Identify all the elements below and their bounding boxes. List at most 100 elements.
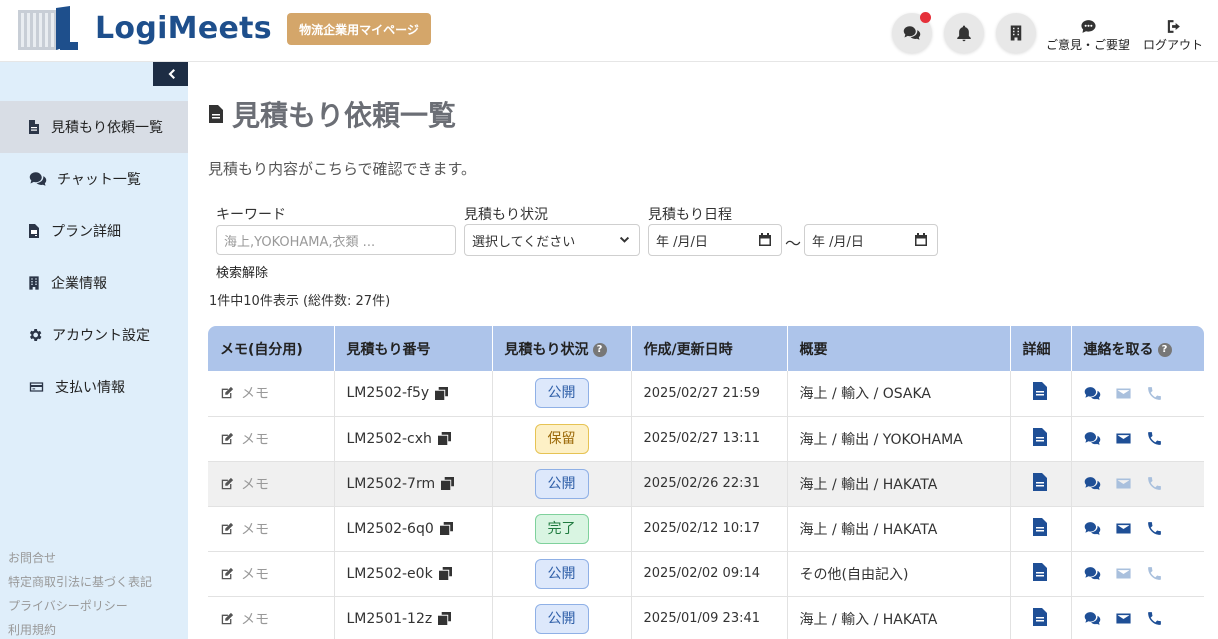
sidebar-item-label: チャット一覧 <box>57 172 141 188</box>
status-cell: 完了 <box>492 506 632 552</box>
envelope-icon[interactable] <box>1115 430 1132 447</box>
brand-name[interactable]: LogiMeets <box>95 11 272 46</box>
date-cell: 2025/02/12 10:17 <box>631 506 788 552</box>
copy-icon[interactable] <box>437 432 451 445</box>
page-description: 見積もり内容がこちらで確認できます。 <box>208 160 477 178</box>
chat-icon[interactable] <box>1084 565 1101 582</box>
memo-cell[interactable]: メモ <box>208 551 335 597</box>
copy-icon[interactable] <box>438 567 452 580</box>
main-content: 見積もり依頼一覧 見積もり内容がこちらで確認できます。 キーワード 海上,YOK… <box>188 62 1218 639</box>
memo-cell[interactable]: メモ <box>208 596 335 639</box>
summary-cell: その他(自由記入) <box>787 551 1011 597</box>
detail-cell[interactable] <box>1010 461 1072 507</box>
date-from-value: 年 /月/日 <box>656 234 708 250</box>
sidebar-item-quotes[interactable]: 見積もり依頼一覧 <box>0 101 188 153</box>
table-row: メモ LM2502-f5y 公開 2025/02/27 21:59 海上 / 輸… <box>208 371 1204 417</box>
sidebar-item-plan[interactable]: プラン詳細 <box>0 205 188 257</box>
chat-icon[interactable] <box>1084 385 1101 402</box>
envelope-icon[interactable] <box>1115 565 1132 582</box>
clear-search-button[interactable]: 検索解除 <box>216 262 268 281</box>
memo-button[interactable]: メモ <box>220 429 322 449</box>
keyword-input[interactable]: 海上,YOKOHAMA,衣類 ... <box>216 225 456 255</box>
notification-bell-button[interactable] <box>944 13 984 53</box>
chat-notification-button[interactable] <box>892 12 932 53</box>
document-icon[interactable] <box>1032 427 1048 447</box>
memo-button[interactable]: メモ <box>220 383 322 403</box>
memo-button[interactable]: メモ <box>220 564 322 584</box>
phone-icon[interactable] <box>1146 565 1163 582</box>
table-row: メモ LM2502-7rm 公開 2025/02/26 22:31 海上 / 輸… <box>208 461 1204 507</box>
sidebar-item-chats[interactable]: チャット一覧 <box>0 153 188 205</box>
copy-icon[interactable] <box>439 522 453 535</box>
detail-cell[interactable] <box>1010 371 1072 417</box>
memo-cell[interactable]: メモ <box>208 506 335 552</box>
memo-cell[interactable]: メモ <box>208 416 335 462</box>
edit-icon <box>221 477 234 489</box>
help-icon[interactable]: ? <box>1157 342 1172 357</box>
status-select[interactable]: 選択してください <box>464 224 640 256</box>
memo-cell[interactable]: メモ <box>208 371 335 417</box>
logo-icon[interactable] <box>18 6 78 54</box>
memo-cell[interactable]: メモ <box>208 461 335 507</box>
envelope-icon[interactable] <box>1115 610 1132 627</box>
copy-icon[interactable] <box>438 612 452 625</box>
footer-link-commercial-law[interactable]: 特定商取引法に基づく表記 <box>8 573 152 590</box>
document-icon[interactable] <box>1032 517 1048 537</box>
summary-cell: 海上 / 輸入 / OSAKA <box>787 371 1011 417</box>
phone-icon[interactable] <box>1146 475 1163 492</box>
edit-icon <box>221 612 234 624</box>
detail-cell[interactable] <box>1010 506 1072 552</box>
help-icon[interactable]: ? <box>592 342 607 357</box>
detail-cell[interactable] <box>1010 551 1072 597</box>
envelope-icon[interactable] <box>1115 385 1132 402</box>
envelope-icon[interactable] <box>1115 475 1132 492</box>
footer-link-contact[interactable]: お問合せ <box>8 549 56 566</box>
sidebar-item-company[interactable]: 企業情報 <box>0 257 188 309</box>
sidebar-item-payment[interactable]: 支払い情報 <box>0 361 188 413</box>
credit-card-icon <box>29 382 44 392</box>
memo-button[interactable]: メモ <box>220 609 322 629</box>
chat-icon[interactable] <box>1084 475 1101 492</box>
status-cell: 公開 <box>492 461 632 507</box>
footer-link-privacy[interactable]: プライバシーポリシー <box>8 597 128 614</box>
feedback-link[interactable]: ご意見・ご要望 <box>1046 18 1130 53</box>
phone-icon[interactable] <box>1146 520 1163 537</box>
status-filter-label: 見積もり状況 <box>464 207 548 223</box>
logout-link[interactable]: ログアウト <box>1143 18 1203 53</box>
sidebar-item-account[interactable]: アカウント設定 <box>0 309 188 361</box>
memo-button[interactable]: メモ <box>220 474 322 494</box>
date-to-input[interactable]: 年 /月/日 <box>804 224 938 256</box>
company-button[interactable] <box>996 13 1036 53</box>
detail-cell[interactable] <box>1010 596 1072 639</box>
date-range-separator: ～ <box>785 234 802 253</box>
keyword-placeholder: 海上,YOKOHAMA,衣類 ... <box>224 234 376 250</box>
copy-icon[interactable] <box>435 386 449 400</box>
document-icon[interactable] <box>1032 472 1048 492</box>
phone-icon[interactable] <box>1146 610 1163 627</box>
detail-cell[interactable] <box>1010 416 1072 462</box>
quote-number: LM2501-12z <box>346 610 433 627</box>
result-count: 1件中10件表示 (総件数: 27件) <box>209 294 391 309</box>
col-header-contact-text: 連絡を取る <box>1083 341 1154 358</box>
document-icon[interactable] <box>1032 607 1048 627</box>
chat-icon[interactable] <box>1084 610 1101 627</box>
col-header-status: 見積もり状況? <box>492 326 632 371</box>
copy-icon[interactable] <box>441 477 455 490</box>
sidebar-collapse-button[interactable] <box>153 62 188 86</box>
date-from-input[interactable]: 年 /月/日 <box>648 224 782 256</box>
document-icon[interactable] <box>1032 381 1048 401</box>
document-icon[interactable] <box>1032 562 1048 582</box>
sidebar-item-label: 企業情報 <box>51 276 107 292</box>
memo-button[interactable]: メモ <box>220 519 322 539</box>
phone-icon[interactable] <box>1146 430 1163 447</box>
footer-link-terms[interactable]: 利用規約 <box>8 621 56 638</box>
envelope-icon[interactable] <box>1115 520 1132 537</box>
summary-cell: 海上 / 輸出 / HAKATA <box>787 461 1011 507</box>
chat-icon[interactable] <box>1084 520 1101 537</box>
quote-number-cell: LM2502-7rm <box>334 461 493 507</box>
phone-icon[interactable] <box>1146 385 1163 402</box>
contact-cell <box>1071 461 1204 507</box>
portal-badge: 物流企業用マイページ <box>287 13 431 45</box>
feedback-label: ご意見・ご要望 <box>1046 38 1131 52</box>
chat-icon[interactable] <box>1084 430 1101 447</box>
